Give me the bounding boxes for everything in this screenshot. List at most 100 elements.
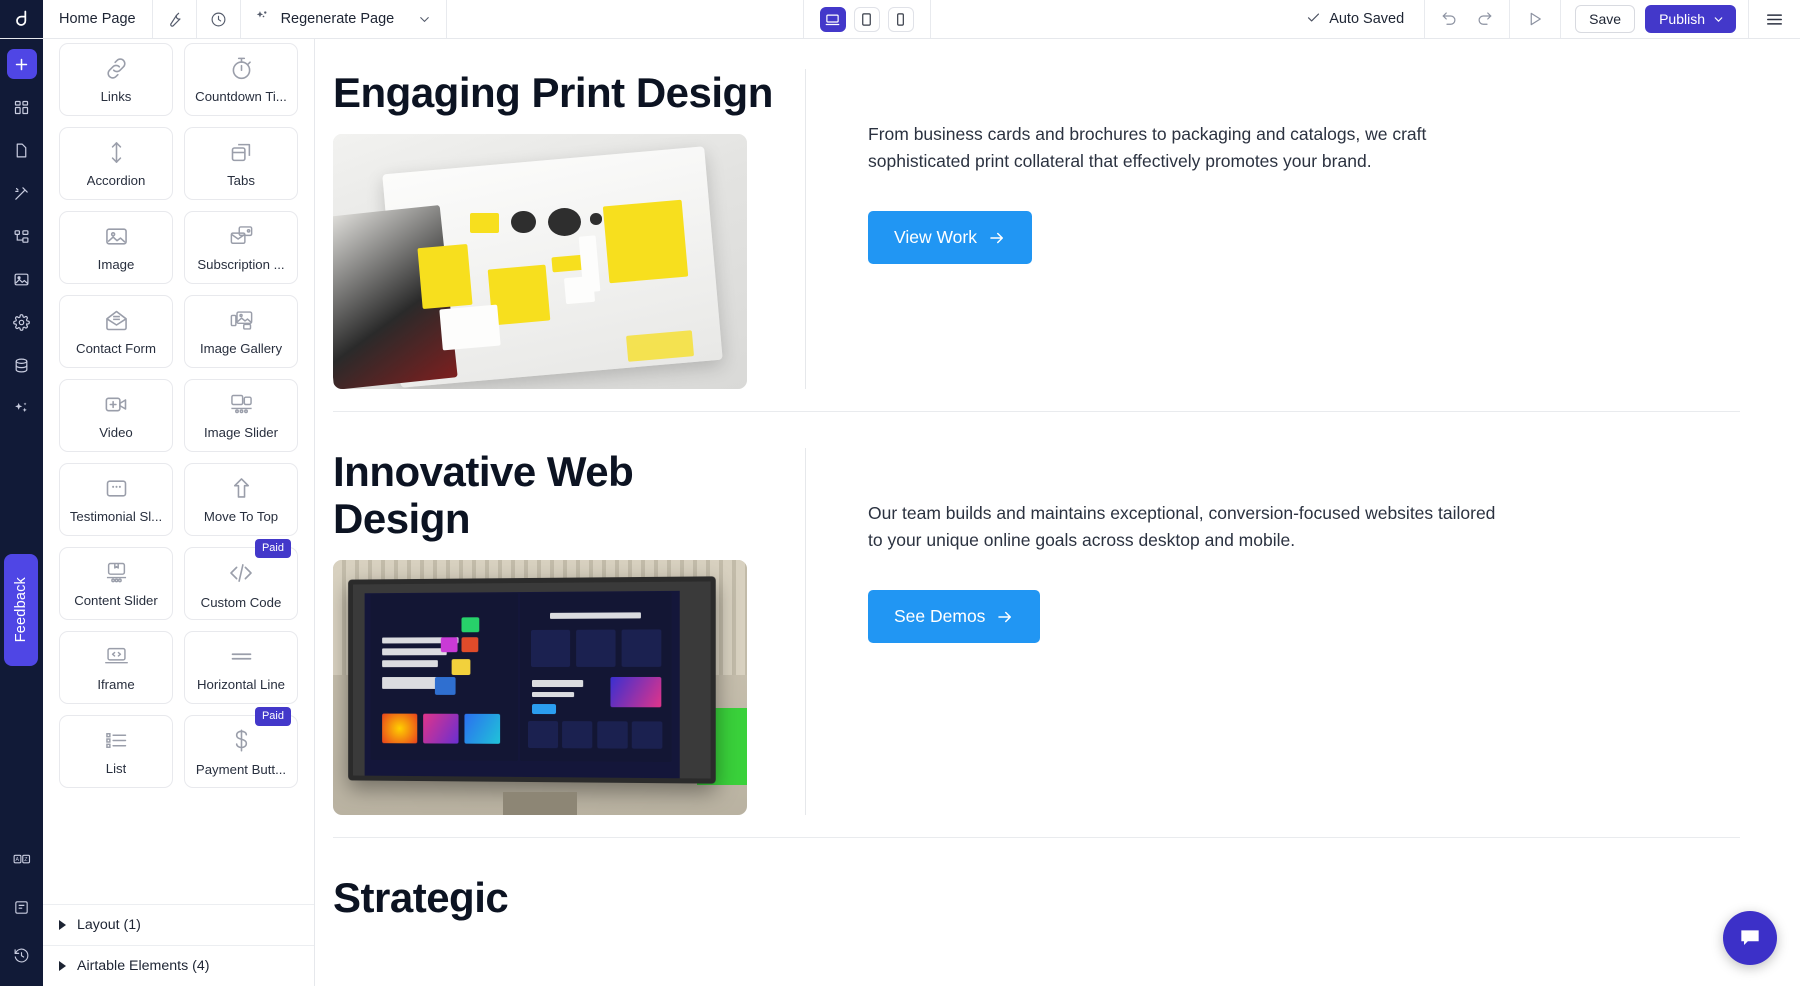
- undo-redo-group: [1425, 0, 1510, 38]
- code-brackets-icon: [226, 558, 256, 588]
- elements-scroll-area[interactable]: Links Countdown Ti... Accordion Tabs Ima…: [43, 39, 314, 904]
- chevron-down-icon: [1712, 13, 1725, 26]
- section-body-text[interactable]: Our team builds and maintains exceptiona…: [868, 500, 1508, 554]
- chat-bubble-icon[interactable]: [1723, 911, 1777, 965]
- section-title[interactable]: Engaging Print Design: [333, 69, 777, 116]
- language-az-icon[interactable]: A Z: [7, 844, 37, 874]
- sparkle-icon: [255, 9, 272, 30]
- video-plus-icon: [103, 391, 130, 418]
- toolbar-right-zone: Auto Saved Save Publish: [1286, 0, 1800, 38]
- section-image[interactable]: [333, 134, 747, 389]
- widget-label: Tabs: [227, 173, 255, 188]
- widget-label: Image: [98, 257, 135, 272]
- section-image[interactable]: [333, 560, 747, 815]
- view-work-button[interactable]: View Work: [868, 211, 1032, 264]
- widget-label: Countdown Ti...: [195, 89, 287, 104]
- canvas-section-web-design[interactable]: Innovative Web Design Our team builds an…: [333, 412, 1740, 838]
- widget-label: Contact Form: [76, 341, 156, 356]
- regenerate-page-button[interactable]: Regenerate Page: [241, 0, 448, 38]
- widget-label: Subscription ...: [197, 257, 284, 272]
- viewport-mobile-button[interactable]: [888, 7, 914, 32]
- see-demos-button[interactable]: See Demos: [868, 590, 1040, 643]
- viewport-desktop-button[interactable]: [820, 7, 846, 32]
- widget-accordion[interactable]: Accordion: [59, 127, 173, 200]
- chevron-down-icon[interactable]: [417, 12, 432, 27]
- arrow-right-icon: [988, 229, 1006, 247]
- sidebar-item-settings[interactable]: [7, 307, 37, 337]
- sidebar-item-sections[interactable]: [7, 92, 37, 122]
- widget-testimonial-slider[interactable]: Testimonial Sl...: [59, 463, 173, 536]
- caret-right-icon: [59, 961, 66, 971]
- play-triangle-icon[interactable]: [1526, 10, 1544, 28]
- publish-button[interactable]: Publish: [1645, 5, 1736, 33]
- widget-label: Links: [101, 89, 132, 104]
- check-icon: [1306, 10, 1321, 29]
- panel-section-layout[interactable]: Layout (1): [43, 904, 314, 945]
- widget-move-to-top[interactable]: Move To Top: [184, 463, 298, 536]
- widget-iframe[interactable]: Iframe: [59, 631, 173, 704]
- widget-payment-button[interactable]: Paid Payment Butt...: [184, 715, 298, 788]
- testimonial-card-icon: [103, 475, 130, 502]
- bullet-list-icon: [103, 727, 130, 754]
- widget-tabs[interactable]: Tabs: [184, 127, 298, 200]
- panel-section-airtable-elements[interactable]: Airtable Elements (4): [43, 945, 314, 986]
- sidebar-item-structure[interactable]: [7, 221, 37, 251]
- widget-subscription-form[interactable]: Subscription ...: [184, 211, 298, 284]
- svg-text:Z: Z: [24, 857, 28, 863]
- viewport-tablet-button[interactable]: [854, 7, 880, 32]
- widget-contact-form[interactable]: Contact Form: [59, 295, 173, 368]
- widget-list[interactable]: List: [59, 715, 173, 788]
- widget-links[interactable]: Links: [59, 43, 173, 116]
- top-toolbar: Home Page Regenerate Page Auto Saved Sav…: [0, 0, 1800, 39]
- envelope-cards-icon: [228, 223, 255, 250]
- widget-image[interactable]: Image: [59, 211, 173, 284]
- panel-section-label: Airtable Elements (4): [77, 958, 209, 974]
- widget-label: Iframe: [97, 677, 134, 692]
- widget-countdown-timer[interactable]: Countdown Ti...: [184, 43, 298, 116]
- undo-icon[interactable]: [1441, 10, 1459, 28]
- page-name[interactable]: Home Page: [43, 0, 153, 38]
- sidebar-item-add[interactable]: [7, 49, 37, 79]
- caret-right-icon: [59, 920, 66, 930]
- save-button[interactable]: Save: [1575, 5, 1635, 33]
- widget-grid: Links Countdown Ti... Accordion Tabs Ima…: [59, 39, 298, 788]
- sidebar-item-media[interactable]: [7, 264, 37, 294]
- svg-text:A: A: [15, 857, 19, 863]
- widget-label: Payment Butt...: [196, 762, 286, 777]
- feedback-tab[interactable]: Feedback: [4, 554, 38, 666]
- widget-label: Content Slider: [74, 593, 158, 608]
- restore-clock-icon[interactable]: [7, 940, 37, 970]
- app-logo[interactable]: [0, 0, 43, 38]
- sidebar-item-ai[interactable]: [7, 393, 37, 423]
- image-slider-icon: [228, 391, 255, 418]
- widget-video[interactable]: Video: [59, 379, 173, 452]
- autosave-status: Auto Saved: [1286, 0, 1425, 38]
- widget-horizontal-line[interactable]: Horizontal Line: [184, 631, 298, 704]
- section-body-text[interactable]: From business cards and brochures to pac…: [868, 121, 1508, 175]
- wrench-icon[interactable]: [153, 0, 197, 38]
- widget-image-slider[interactable]: Image Slider: [184, 379, 298, 452]
- sidebar-item-theme[interactable]: [7, 178, 37, 208]
- widget-custom-code[interactable]: Paid Custom Code: [184, 547, 298, 620]
- section-title[interactable]: Innovative Web Design: [333, 448, 777, 542]
- widget-label: Image Slider: [204, 425, 278, 440]
- widget-label: Testimonial Sl...: [70, 509, 162, 524]
- rail-bottom-group: A Z: [0, 844, 43, 976]
- sidebar-item-pages[interactable]: [7, 135, 37, 165]
- canvas-section-print-design[interactable]: Engaging Print Design From business card…: [333, 69, 1740, 412]
- redo-icon[interactable]: [1475, 10, 1493, 28]
- widget-content-slider[interactable]: Content Slider: [59, 547, 173, 620]
- print-design-photo: [333, 134, 747, 389]
- hamburger-menu-icon[interactable]: [1748, 0, 1800, 38]
- publish-label: Publish: [1659, 11, 1705, 27]
- feedback-label: Feedback: [13, 577, 29, 642]
- history-clock-icon[interactable]: [197, 0, 241, 38]
- section-title-partial[interactable]: Strategic: [333, 874, 1740, 921]
- page-canvas[interactable]: Engaging Print Design From business card…: [315, 39, 1800, 986]
- canvas-section-next[interactable]: Strategic: [333, 838, 1740, 921]
- document-lines-icon[interactable]: [7, 892, 37, 922]
- widget-image-gallery[interactable]: Image Gallery: [184, 295, 298, 368]
- dollar-sign-icon: [227, 726, 256, 755]
- widget-label: Accordion: [87, 173, 146, 188]
- sidebar-item-data[interactable]: [7, 350, 37, 380]
